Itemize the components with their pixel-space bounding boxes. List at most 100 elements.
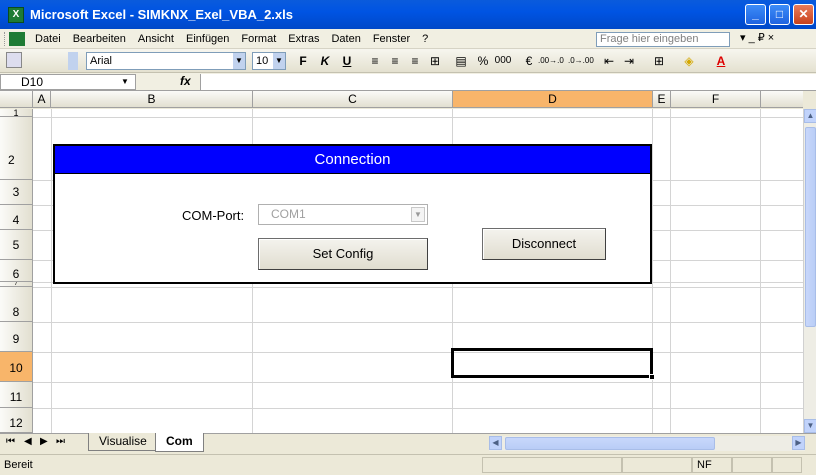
scroll-down-icon[interactable]: ▼ [804,419,816,433]
row-header-4[interactable]: 4 [0,205,33,230]
increase-decimal-button[interactable]: .00→.0 [538,51,564,71]
close-button[interactable]: ✕ [793,4,814,25]
increase-indent-icon[interactable]: ⇥ [620,51,638,71]
tab-visualise[interactable]: Visualise [88,433,158,451]
align-right-icon[interactable]: ≡ [406,51,424,71]
align-center-icon[interactable]: ≡ [386,51,404,71]
last-sheet-icon[interactable]: ⏭ [56,436,65,447]
next-sheet-icon[interactable]: ▶ [40,436,48,447]
decrease-indent-icon[interactable]: ⇤ [600,51,618,71]
cell-reference: D10 [21,75,44,89]
row-header-9[interactable]: 9 [0,322,33,352]
column-header-e[interactable]: E [653,91,671,108]
help-search-input[interactable]: Frage hier eingeben [596,32,730,47]
decrease-decimal-button[interactable]: .0→.00 [568,51,594,71]
scroll-right-icon[interactable]: ▶ [792,436,805,450]
scroll-thumb[interactable] [805,127,816,327]
first-sheet-icon[interactable]: ⏮ [6,436,15,447]
maximize-button[interactable]: □ [769,4,790,25]
chevron-down-icon[interactable]: ▼ [411,207,425,222]
menu-einfuegen[interactable]: Einfügen [180,33,235,45]
column-header-d[interactable]: D [453,91,653,108]
hscroll-thumb[interactable] [505,437,715,450]
row-header-10[interactable]: 10 [0,352,33,382]
status-numlock: NF [692,457,732,473]
fill-color-icon[interactable]: ◈ [680,51,698,71]
chevron-down-icon[interactable]: ▼ [233,53,245,69]
disconnect-button[interactable]: Disconnect [482,228,606,260]
prev-sheet-icon[interactable]: ◀ [24,436,32,447]
column-headers: A B C D E F [0,91,816,109]
align-left-icon[interactable]: ≡ [366,51,384,71]
row-header-3[interactable]: 3 [0,180,33,205]
excel-icon: X [8,6,24,23]
thousands-button[interactable]: 000 [494,51,512,71]
row-header-8[interactable]: 8 [0,287,33,322]
menu-daten[interactable]: Daten [325,33,366,45]
font-size-select[interactable]: 10 ▼ [252,52,286,70]
font-name-select[interactable]: Arial ▼ [86,52,246,70]
underline-button[interactable]: U [338,51,356,71]
menu-extras[interactable]: Extras [282,33,325,45]
euro-button[interactable]: € [520,51,538,71]
insert-function-button[interactable]: fx [180,74,194,88]
currency-format-icon[interactable]: ▤ [452,51,470,71]
italic-button[interactable]: K [316,51,334,71]
set-config-button[interactable]: Set Config [258,238,428,270]
menu-fenster[interactable]: Fenster [367,33,416,45]
select-all-corner[interactable] [0,91,33,108]
workbook-icon[interactable] [9,31,25,46]
menu-bearbeiten[interactable]: Bearbeiten [67,33,132,45]
column-header-g[interactable] [761,91,803,108]
chevron-down-icon[interactable]: ▼ [273,53,285,69]
horizontal-scrollbar[interactable]: ◀ ▶ [489,436,805,451]
row-header-5[interactable]: 5 [0,230,33,260]
vertical-scrollbar[interactable]: ▲ ▼ [803,109,816,433]
status-cell [732,457,772,473]
percent-button[interactable]: % [474,51,492,71]
scroll-left-icon[interactable]: ◀ [489,436,502,450]
column-header-c[interactable]: C [253,91,453,108]
row-header-6[interactable]: 6 [0,260,33,282]
toolbar-chevron-icon[interactable] [68,52,78,70]
menu-format[interactable]: Format [235,33,282,45]
row-header-1[interactable]: 1 [0,109,33,117]
borders-icon[interactable]: ⊞ [650,51,668,71]
menu-ansicht[interactable]: Ansicht [132,33,180,45]
chevron-down-icon[interactable]: ▼ [121,75,129,89]
column-header-a[interactable]: A [33,91,51,108]
tab-com[interactable]: Com [155,433,204,452]
panel-divider [55,173,650,174]
title-bar: X Microsoft Excel - SIMKNX_Exel_VBA_2.xl… [0,0,816,29]
status-cell [482,457,622,473]
grid-line [33,408,803,409]
font-color-button[interactable]: A [712,51,730,71]
row-header-12[interactable]: 12 [0,408,33,433]
com-port-select[interactable]: COM1 ▼ [258,204,428,225]
bold-button[interactable]: F [294,51,312,71]
grid-line [33,382,803,383]
document-window-controls[interactable]: ▾ _ ₽ × [740,31,816,47]
formula-input[interactable] [200,74,816,90]
menu-datei[interactable]: Datei [29,33,67,45]
menu-help[interactable]: ? [416,33,434,45]
grid-line [51,109,52,433]
toolbar-options-icon[interactable] [6,52,22,68]
fill-handle[interactable] [649,374,655,380]
grip-handle[interactable] [4,31,7,46]
row-header-2[interactable] [0,117,33,180]
scroll-up-icon[interactable]: ▲ [804,109,816,123]
column-header-f[interactable]: F [671,91,761,108]
grid-line [33,352,803,353]
merge-center-icon[interactable]: ⊞ [426,51,444,71]
grid-line [33,322,803,323]
row-header-11[interactable]: 11 [0,382,33,408]
selected-cell[interactable] [451,348,655,380]
column-header-b[interactable]: B [51,91,253,108]
status-cell [772,457,802,473]
minimize-button[interactable]: _ [745,4,766,25]
font-size-value: 10 [256,55,269,67]
grid-line [33,287,803,288]
name-box[interactable]: D10 ▼ [0,74,136,90]
com-port-value: COM1 [271,207,306,221]
